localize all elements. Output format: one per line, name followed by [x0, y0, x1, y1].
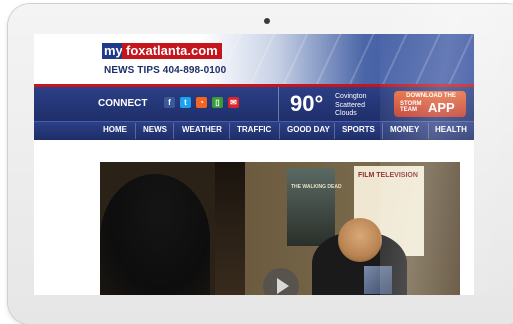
- weather-divider: [278, 87, 279, 121]
- weather-temperature[interactable]: 90°: [290, 91, 323, 117]
- video-lamp: [215, 162, 245, 295]
- interviewer-silhouette: [100, 174, 210, 295]
- site-header: my foxatlanta.com NEWS TIPS 404-898-0100: [34, 34, 474, 84]
- rss-icon[interactable]: ◔: [196, 97, 207, 108]
- connect-label: CONNECT: [98, 98, 148, 109]
- header-decoration: [209, 34, 474, 84]
- connect-bar: CONNECT f t ◔ ▯ ✉ 90° Covington Scattered Cl…: [34, 87, 474, 121]
- nav-separator: [334, 123, 335, 139]
- nav-separator: [382, 123, 383, 139]
- nav-separator: [428, 123, 429, 139]
- nav-sports[interactable]: SPORTS: [342, 125, 375, 134]
- nav-separator: [279, 123, 280, 139]
- logo-name: foxatlanta.com: [122, 43, 222, 59]
- twitter-icon[interactable]: t: [180, 97, 191, 108]
- nav-home[interactable]: HOME: [103, 125, 127, 134]
- nav-separator: [173, 123, 174, 139]
- news-tips: NEWS TIPS 404-898-0100: [104, 65, 227, 76]
- interviewee-book: [364, 266, 392, 294]
- poster-walking-dead: [287, 168, 335, 246]
- poster-film-television-text: FILM TELEVISION: [358, 172, 418, 179]
- facebook-icon[interactable]: f: [164, 97, 175, 108]
- nav-traffic[interactable]: TRAFFIC: [237, 125, 271, 134]
- mobile-icon[interactable]: ▯: [212, 97, 223, 108]
- browser-screen: my foxatlanta.com NEWS TIPS 404-898-0100…: [34, 34, 474, 295]
- interviewee-head: [338, 218, 382, 262]
- app-promo-app: APP: [428, 100, 455, 115]
- storm-team-app-button[interactable]: DOWNLOAD THE STORM TEAM APP: [394, 91, 466, 117]
- poster-walking-dead-text: THE WALKING DEAD: [291, 184, 342, 190]
- nav-health[interactable]: HEALTH: [435, 125, 467, 134]
- nav-money[interactable]: MONEY: [390, 125, 419, 134]
- nav-separator: [229, 123, 230, 139]
- nav-good-day[interactable]: GOOD DAY: [287, 125, 330, 134]
- nav-separator: [135, 123, 136, 139]
- main-nav: HOME NEWS WEATHER TRAFFIC GOOD DAY SPORT…: [34, 121, 474, 140]
- email-icon[interactable]: ✉: [228, 97, 239, 108]
- weather-condition: Scattered Clouds: [335, 102, 365, 117]
- app-promo-top: DOWNLOAD THE: [406, 93, 456, 99]
- camera-icon: [264, 18, 270, 24]
- nav-news[interactable]: NEWS: [143, 125, 167, 134]
- nav-weather[interactable]: WEATHER: [182, 125, 222, 134]
- site-logo[interactable]: my foxatlanta.com: [102, 43, 222, 59]
- video-player[interactable]: THE WALKING DEAD FILM TELEVISION: [100, 162, 460, 295]
- weather-location: Covington: [335, 93, 367, 100]
- app-promo-storm: STORM TEAM: [400, 101, 422, 113]
